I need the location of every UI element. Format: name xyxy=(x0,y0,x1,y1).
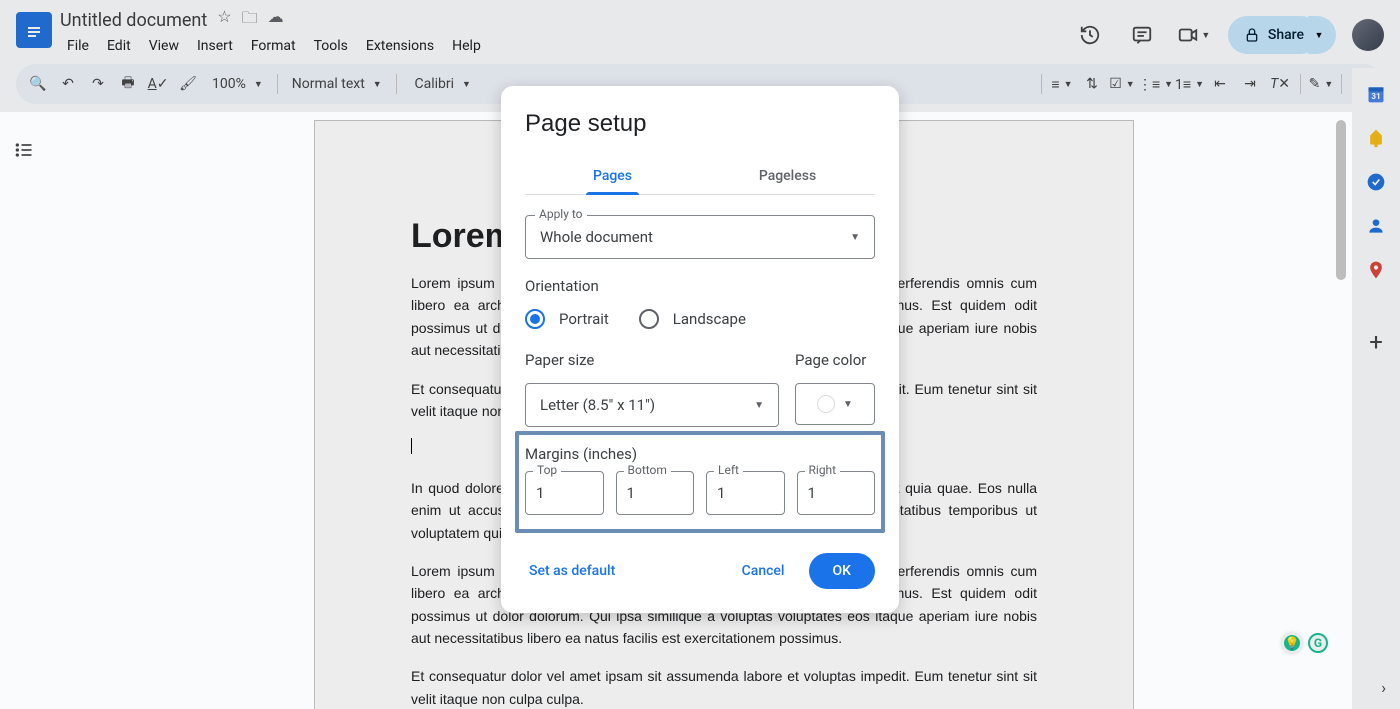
chevron-down-icon: ▼ xyxy=(850,232,860,243)
orientation-label: Orientation xyxy=(525,277,875,295)
paper-size-label: Paper size xyxy=(525,351,779,369)
color-swatch-icon xyxy=(817,395,835,413)
margin-right-input[interactable] xyxy=(797,471,876,515)
radio-checked-icon xyxy=(525,309,545,329)
apply-to-select[interactable]: Whole document ▼ xyxy=(525,215,875,259)
chevron-down-icon: ▼ xyxy=(754,400,764,411)
margin-bottom-input[interactable] xyxy=(616,471,695,515)
chevron-down-icon: ▼ xyxy=(843,399,853,410)
margin-top-input[interactable] xyxy=(525,471,604,515)
margin-top-label: Top xyxy=(533,463,561,477)
orientation-landscape-radio[interactable]: Landscape xyxy=(639,309,746,329)
page-setup-dialog: Page setup Pages Pageless Apply to Whole… xyxy=(501,86,899,613)
apply-to-label: Apply to xyxy=(535,207,587,221)
paper-size-select[interactable]: Letter (8.5" x 11") ▼ xyxy=(525,383,779,427)
cancel-button[interactable]: Cancel xyxy=(726,555,801,587)
margin-left-label: Left xyxy=(714,463,743,477)
ok-button[interactable]: OK xyxy=(809,553,876,589)
margins-label: Margins (inches) xyxy=(525,445,875,463)
radio-unchecked-icon xyxy=(639,309,659,329)
modal-backdrop: Page setup Pages Pageless Apply to Whole… xyxy=(0,0,1400,709)
margin-bottom-label: Bottom xyxy=(624,463,671,477)
set-as-default-button[interactable]: Set as default xyxy=(525,555,619,587)
dialog-title: Page setup xyxy=(525,110,875,138)
tab-pageless[interactable]: Pageless xyxy=(700,158,875,194)
margin-right-label: Right xyxy=(805,463,841,477)
margins-section-highlight: Margins (inches) Top Bottom Left Right xyxy=(515,431,885,533)
page-color-label: Page color xyxy=(795,351,875,369)
margin-left-input[interactable] xyxy=(706,471,785,515)
orientation-portrait-radio[interactable]: Portrait xyxy=(525,309,609,329)
page-color-select[interactable]: ▼ xyxy=(795,383,875,425)
tab-pages[interactable]: Pages xyxy=(525,158,700,194)
